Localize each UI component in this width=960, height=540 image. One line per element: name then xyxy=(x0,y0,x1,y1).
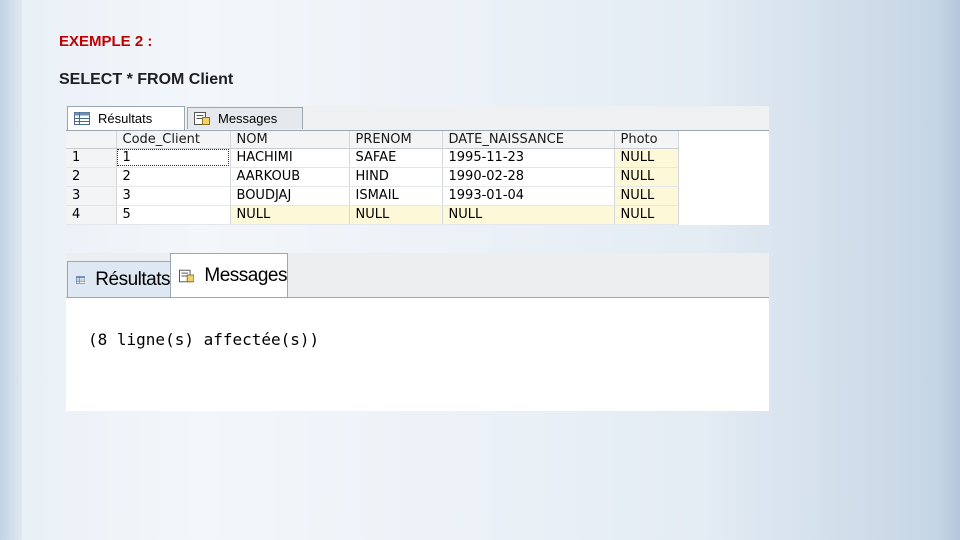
cell-prenom[interactable]: SAFAE xyxy=(349,148,443,168)
tab-results-label: Résultats xyxy=(98,111,153,126)
messages-panel: Résultats Messages (8 ligne(s) affectée(… xyxy=(66,253,769,411)
slide-title: EXEMPLE 2 : xyxy=(59,33,153,50)
column-header-rownum xyxy=(66,131,117,149)
tab-results[interactable]: Résultats xyxy=(67,106,185,130)
tab-messages[interactable]: Messages xyxy=(187,107,303,129)
slide-edge-right xyxy=(935,0,960,540)
cell-code-client[interactable]: 3 xyxy=(116,186,231,206)
cell-nom[interactable]: HACHIMI xyxy=(230,148,350,168)
tab-messages-label: Messages xyxy=(204,264,287,286)
results-grid[interactable]: Code_Client NOM PRENOM DATE_NAISSANCE Ph… xyxy=(66,131,679,225)
results-tabbar: Résultats Messages xyxy=(66,106,769,131)
tab-messages[interactable]: Messages xyxy=(170,253,288,297)
cell-nom[interactable]: BOUDJAJ xyxy=(230,186,350,206)
cell-nom[interactable]: NULL xyxy=(230,205,350,225)
cell-nom[interactable]: AARKOUB xyxy=(230,167,350,187)
column-header-date-naissance[interactable]: DATE_NAISSANCE xyxy=(442,131,615,149)
sql-query: SELECT * FROM Client xyxy=(59,71,234,88)
cell-photo[interactable]: NULL xyxy=(614,186,679,206)
row-number[interactable]: 4 xyxy=(66,205,117,225)
grid-icon xyxy=(74,112,90,125)
tab-results[interactable]: Résultats xyxy=(67,261,171,297)
messages-tabbar: Résultats Messages xyxy=(66,253,769,298)
cell-photo[interactable]: NULL xyxy=(614,167,679,187)
column-header-nom[interactable]: NOM xyxy=(230,131,350,149)
column-header-prenom[interactable]: PRENOM xyxy=(349,131,443,149)
slide-edge-left xyxy=(0,0,22,540)
rows-affected-message: (8 ligne(s) affectée(s)) xyxy=(88,330,320,349)
cell-photo[interactable]: NULL xyxy=(614,148,679,168)
table-row[interactable]: 1 1 HACHIMI SAFAE 1995-11-23 NULL xyxy=(66,148,679,168)
column-header-photo[interactable]: Photo xyxy=(614,131,679,149)
cell-prenom[interactable]: NULL xyxy=(349,205,443,225)
messages-icon xyxy=(194,112,210,125)
results-panel: Résultats Messages Code_Client NOM PRENO… xyxy=(66,106,769,225)
table-row[interactable]: 4 5 NULL NULL NULL NULL xyxy=(66,205,679,225)
cell-date-naissance[interactable]: 1993-01-04 xyxy=(442,186,615,206)
table-row[interactable]: 3 3 BOUDJAJ ISMAIL 1993-01-04 NULL xyxy=(66,186,679,206)
tab-results-label: Résultats xyxy=(95,268,170,290)
cell-code-client[interactable]: 5 xyxy=(116,205,231,225)
row-number[interactable]: 2 xyxy=(66,167,117,187)
grid-header-row: Code_Client NOM PRENOM DATE_NAISSANCE Ph… xyxy=(66,131,679,149)
tab-messages-label: Messages xyxy=(218,111,278,126)
row-number[interactable]: 3 xyxy=(66,186,117,206)
cell-date-naissance[interactable]: NULL xyxy=(442,205,615,225)
cell-code-client[interactable]: 2 xyxy=(116,167,231,187)
cell-code-client[interactable]: 1 xyxy=(116,148,231,168)
row-number[interactable]: 1 xyxy=(66,148,117,168)
table-row[interactable]: 2 2 AARKOUB HIND 1990-02-28 NULL xyxy=(66,167,679,187)
cell-photo[interactable]: NULL xyxy=(614,205,679,225)
cell-date-naissance[interactable]: 1995-11-23 xyxy=(442,148,615,168)
cell-prenom[interactable]: HIND xyxy=(349,167,443,187)
column-header-code-client[interactable]: Code_Client xyxy=(116,131,231,149)
grid-icon xyxy=(76,275,86,284)
messages-icon xyxy=(179,269,195,282)
cell-prenom[interactable]: ISMAIL xyxy=(349,186,443,206)
cell-date-naissance[interactable]: 1990-02-28 xyxy=(442,167,615,187)
